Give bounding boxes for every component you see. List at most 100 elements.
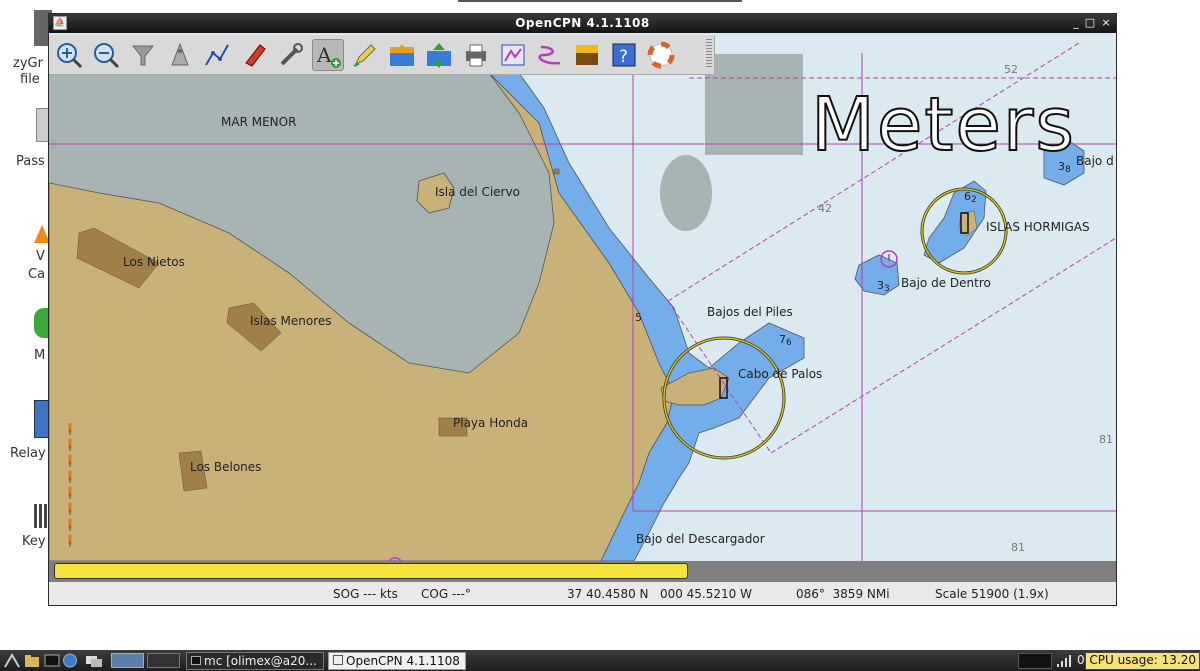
label-bajo-dentro: Bajo de Dentro	[901, 276, 991, 290]
title-bar[interactable]: ⛵ OpenCPN 4.1.1108 _ □ ×	[49, 14, 1116, 33]
windows-launcher[interactable]	[84, 653, 104, 668]
color-scheme-button[interactable]	[571, 39, 603, 71]
route-button[interactable]	[201, 39, 233, 71]
wrench-icon	[280, 42, 303, 65]
mob-button[interactable]	[645, 39, 677, 71]
desktop-icon-label: Relay	[10, 446, 46, 461]
text-add-icon: A	[316, 43, 341, 68]
print-button[interactable]	[460, 39, 492, 71]
progress-bar	[54, 563, 688, 579]
scale-readout: Scale 51900 (1.9x)	[935, 587, 1049, 601]
chart-quilt-button[interactable]	[127, 39, 159, 71]
progress-area	[49, 561, 1116, 582]
ship-icon	[171, 42, 189, 65]
route-manager-button[interactable]	[497, 39, 529, 71]
desktop: zyGr file Pass V Ca M Relay Key ⛵ OpenCP…	[0, 0, 1200, 671]
file-manager-launcher[interactable]	[24, 653, 40, 668]
tide-button[interactable]	[386, 39, 418, 71]
terminal-icon	[191, 656, 201, 665]
mark-button[interactable]	[349, 39, 381, 71]
tray-counter: 0	[1077, 653, 1085, 667]
folder-icon	[25, 655, 39, 667]
desktop-icon-label: Pass	[16, 154, 45, 169]
start-menu-icon	[4, 653, 20, 668]
depth-sounding: 7	[779, 333, 786, 346]
depth-sounding: 6	[964, 190, 971, 203]
pencil-icon	[353, 43, 376, 67]
minimize-button[interactable]: _	[1070, 16, 1082, 30]
svg-text:A: A	[316, 43, 332, 67]
zoom-in-icon	[57, 42, 83, 68]
start-menu-button[interactable]	[4, 653, 20, 668]
desktop-icon-label: Key	[22, 534, 46, 549]
keyboard-icon	[34, 504, 48, 528]
terminal-icon	[44, 654, 60, 667]
label-los-belones: Los Belones	[190, 460, 262, 474]
desktop-icon-label: zyGr	[13, 56, 43, 71]
funnel-icon	[131, 45, 155, 65]
help-icon: ?	[612, 43, 636, 67]
background-window-edge	[458, 0, 742, 2]
task-button-mc[interactable]: mc [olimex@a20...	[186, 652, 324, 670]
desktop-icon-label: M	[34, 348, 46, 363]
color-scheme-icon	[576, 44, 598, 65]
label-islas-hormigas: ISLAS HORMIGAS	[986, 220, 1090, 234]
depth-sounding: 5	[635, 311, 642, 324]
chart-quilt-box	[705, 54, 803, 155]
desktop-icon-label: Ca	[28, 267, 46, 282]
lifebuoy-icon	[647, 41, 675, 68]
desktop-pager-1[interactable]	[111, 653, 144, 668]
label-bajo-descargador: Bajo del Descargador	[636, 532, 765, 546]
desktop-pager-2[interactable]	[147, 653, 180, 668]
taskbar: mc [olimex@a20... OpenCPN 4.1.1108 0 CPU…	[0, 650, 1200, 671]
settings-button[interactable]	[275, 39, 307, 71]
opencpn-icon	[333, 655, 343, 665]
route-manager-icon	[501, 44, 525, 65]
track-button[interactable]	[534, 39, 566, 71]
position-readout: 37 40.4580 N 000 45.5210 W	[567, 587, 752, 601]
browser-launcher[interactable]	[62, 653, 78, 668]
task-label: OpenCPN 4.1.1108	[346, 654, 460, 668]
label-cabo-palos: Cabo de Palos	[738, 367, 823, 381]
text-tool-button[interactable]: A	[312, 38, 344, 71]
meters-overlay-text: Meters	[810, 82, 1076, 168]
depth-sounding: 81	[1011, 541, 1025, 554]
cpu-usage-indicator: CPU usage: 13.20	[1085, 652, 1200, 670]
anchor-button[interactable]	[164, 39, 196, 71]
globe-icon	[63, 653, 77, 668]
current-icon	[427, 42, 451, 68]
depth-sounding: 42	[818, 202, 832, 215]
route-icon	[205, 44, 229, 66]
depth-sounding: 52	[1004, 63, 1018, 76]
zoom-in-button[interactable]	[53, 39, 85, 71]
chart-canvas[interactable]: Meters MAR MENOR Isla del Ciervo Los Nie…	[49, 33, 1116, 561]
bearing-readout: 086° 3859 NMi	[796, 587, 890, 601]
cog-readout: COG ---°	[421, 587, 471, 601]
label-isla-ciervo: Isla del Ciervo	[435, 185, 520, 199]
label-mar-menor: MAR MENOR	[221, 115, 297, 129]
rock-island	[660, 155, 712, 231]
windows-icon	[86, 656, 102, 667]
label-bajos-piles: Bajos del Piles	[707, 305, 793, 319]
depth-sounding: 8	[1065, 165, 1071, 175]
toolbar-grip[interactable]	[706, 39, 712, 69]
desktop-icon-label: V	[36, 249, 45, 264]
depth-sounding: 2	[971, 195, 977, 205]
task-button-opencpn[interactable]: OpenCPN 4.1.1108	[328, 652, 466, 670]
opencpn-window: ⛵ OpenCPN 4.1.1108 _ □ × Meters MAR MENO…	[48, 13, 1117, 606]
label-bajo-d: Bajo d	[1076, 154, 1114, 168]
depth-sounding: 81	[1099, 433, 1113, 446]
current-button[interactable]	[423, 39, 455, 71]
zoom-out-button[interactable]	[90, 39, 122, 71]
tide-icon	[390, 43, 414, 66]
close-button[interactable]: ×	[1100, 16, 1112, 30]
label-islas-menores: Islas Menores	[250, 314, 332, 328]
main-toolbar: A ?	[49, 35, 715, 75]
label-playa-honda: Playa Honda	[453, 416, 529, 430]
svg-text:?: ?	[619, 47, 628, 67]
terminal-launcher[interactable]	[44, 653, 60, 668]
follow-ship-button[interactable]	[238, 39, 270, 71]
zoom-out-icon	[94, 42, 120, 68]
maximize-button[interactable]: □	[1084, 16, 1096, 30]
help-button[interactable]: ?	[608, 39, 640, 71]
